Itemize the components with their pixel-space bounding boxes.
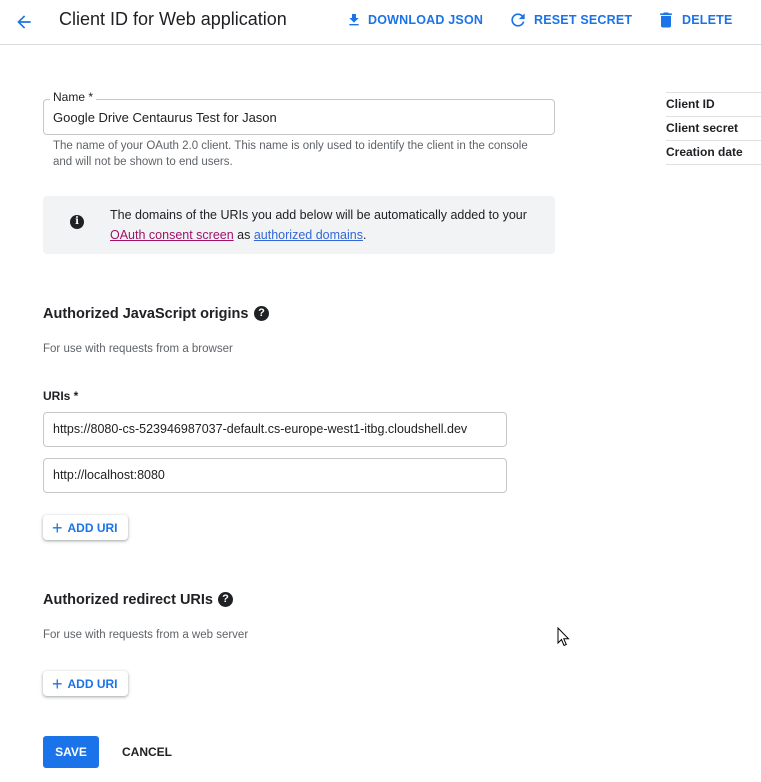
name-field-value[interactable]: Google Drive Centaurus Test for Jason bbox=[53, 110, 277, 125]
js-origins-subtitle: For use with requests from a browser bbox=[43, 343, 233, 355]
delete-button[interactable]: DELETE bbox=[656, 0, 733, 40]
name-field-label: Name * bbox=[50, 90, 97, 104]
js-origins-help-icon[interactable]: ? bbox=[254, 306, 269, 321]
page-header: Client ID for Web application DOWNLOAD J… bbox=[0, 0, 761, 45]
redirect-uris-help-icon[interactable]: ? bbox=[218, 592, 233, 607]
back-arrow-icon[interactable] bbox=[10, 8, 38, 36]
redirect-uris-subtitle: For use with requests from a web server bbox=[43, 629, 249, 641]
cancel-button[interactable]: CANCEL bbox=[115, 736, 179, 768]
name-field[interactable]: Google Drive Centaurus Test for Jason bbox=[43, 99, 555, 135]
download-icon bbox=[349, 14, 359, 26]
side-row-client-secret: Client secret bbox=[666, 117, 761, 141]
download-json-label: DOWNLOAD JSON bbox=[368, 13, 484, 27]
info-icon: i bbox=[70, 215, 84, 229]
add-uri-label: ADD URI bbox=[67, 520, 118, 535]
authorized-domains-link[interactable]: authorized domains bbox=[254, 228, 363, 242]
download-json-button[interactable]: DOWNLOAD JSON bbox=[346, 0, 483, 40]
add-redirect-uri-button[interactable]: + ADD URI bbox=[43, 671, 128, 696]
plus-icon: + bbox=[52, 517, 63, 538]
add-js-origin-uri-button[interactable]: + ADD URI bbox=[43, 515, 128, 540]
save-button[interactable]: SAVE bbox=[43, 736, 99, 768]
mouse-pointer-icon bbox=[557, 627, 570, 647]
js-origins-title: Authorized JavaScript origins bbox=[43, 306, 249, 322]
reset-secret-button[interactable]: RESET SECRET bbox=[508, 0, 632, 40]
reset-secret-label: RESET SECRET bbox=[534, 13, 633, 27]
uri-field-1-value[interactable]: https://8080-cs-523946987037-default.cs-… bbox=[53, 422, 467, 436]
side-row-creation-date: Creation date bbox=[666, 141, 761, 165]
delete-label: DELETE bbox=[682, 13, 733, 27]
plus-icon: + bbox=[52, 673, 63, 694]
oauth-consent-screen-link[interactable]: OAuth consent screen bbox=[110, 228, 234, 242]
refresh-icon bbox=[511, 13, 525, 27]
uris-label: URIs * bbox=[43, 389, 79, 403]
name-helper-text: The name of your OAuth 2.0 client. This … bbox=[53, 140, 528, 168]
domains-info-box: i The domains of the URIs you add below … bbox=[43, 196, 555, 254]
redirect-uris-title: Authorized redirect URIs bbox=[43, 592, 213, 608]
trash-icon bbox=[660, 12, 672, 28]
add-uri-label: ADD URI bbox=[67, 676, 118, 691]
domains-info-text: The domains of the URIs you add below wi… bbox=[110, 208, 527, 242]
side-row-client-id: Client ID bbox=[666, 93, 761, 117]
uri-field-2-value[interactable]: http://localhost:8080 bbox=[53, 468, 165, 482]
page-title: Client ID for Web application bbox=[59, 9, 287, 29]
uri-field-1[interactable]: https://8080-cs-523946987037-default.cs-… bbox=[43, 412, 507, 447]
uri-field-2[interactable]: http://localhost:8080 bbox=[43, 458, 507, 493]
